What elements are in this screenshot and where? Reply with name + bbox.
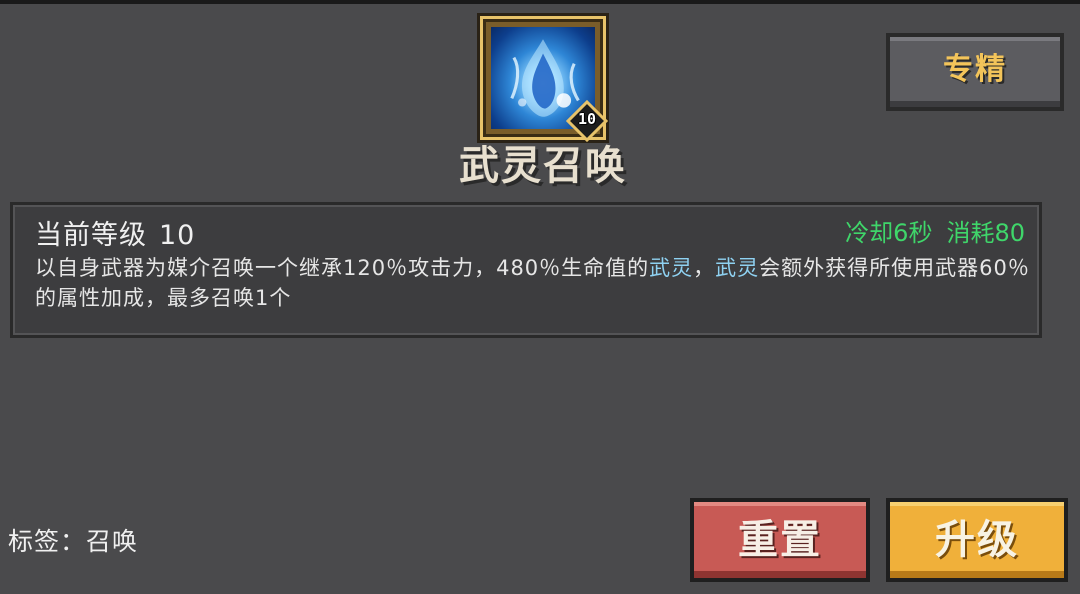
upgrade-button-label: 升级 [890,502,1064,578]
cooldown-text: 冷却6秒 [845,219,933,247]
cost-text: 消耗80 [946,219,1025,247]
specialization-button[interactable]: 专精 [886,33,1064,111]
description-part: 以自身武器为媒介召唤一个继承120％攻击力，480％生命值的 [35,256,650,280]
skill-tags: 标签：召唤 [8,527,139,556]
skill-level-badge: 10 [566,100,608,142]
current-level-value: 10 [159,220,196,251]
skill-name: 武灵召唤 [459,143,627,189]
description-keyword: 武灵 [715,256,760,280]
cooldown-cost-line: 冷却6秒 消耗80 [845,213,1025,248]
reset-button-label: 重置 [694,502,866,578]
current-level-line: 当前等级 10 [35,213,195,252]
top-edge [0,0,1080,4]
current-level-label: 当前等级 [35,220,147,251]
reset-button[interactable]: 重置 [690,498,870,582]
skill-level-number: 10 [577,110,597,128]
specialization-button-label: 专精 [890,37,1060,107]
upgrade-button[interactable]: 升级 [886,498,1068,582]
skill-description-panel: 当前等级 10 冷却6秒 消耗80 以自身武器为媒介召唤一个继承120％攻击力，48… [10,202,1042,338]
description-part: ， [693,256,716,280]
skill-description: 以自身武器为媒介召唤一个继承120％攻击力，480％生命值的武灵，武灵会额外获得… [35,253,1035,313]
description-keyword: 武灵 [649,256,694,280]
